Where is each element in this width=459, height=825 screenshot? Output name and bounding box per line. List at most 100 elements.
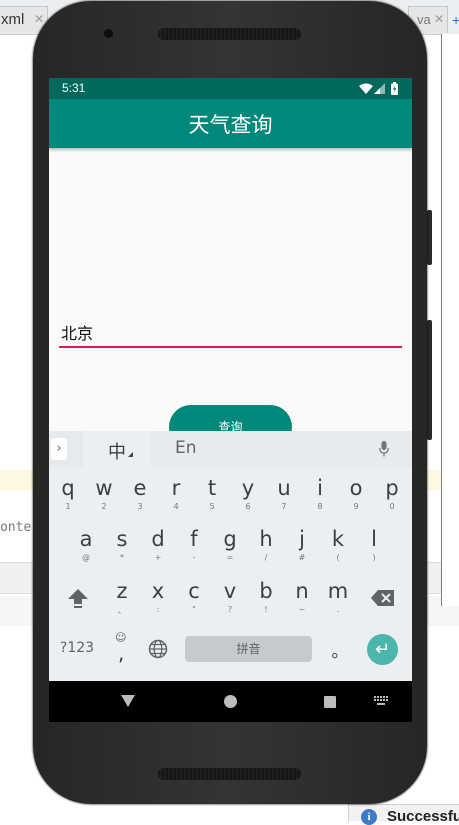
shift-icon bbox=[68, 589, 88, 608]
key-char: u bbox=[277, 476, 291, 500]
info-icon: i bbox=[361, 809, 377, 825]
backspace-icon bbox=[371, 590, 394, 606]
key-i[interactable]: i8 bbox=[303, 470, 337, 518]
key-alt: ) bbox=[372, 553, 376, 562]
key-alt: 4 bbox=[173, 502, 179, 511]
keyboard-switch-icon[interactable] bbox=[374, 696, 388, 706]
key-alt: + bbox=[154, 553, 162, 562]
key-alt: 1 bbox=[65, 502, 71, 511]
key-alt: . bbox=[336, 605, 340, 614]
close-icon[interactable]: ✕ bbox=[434, 12, 444, 26]
key-u[interactable]: u7 bbox=[267, 470, 301, 518]
city-input[interactable]: 北京 bbox=[59, 316, 402, 348]
bottom-speaker bbox=[158, 768, 301, 780]
key-char: q bbox=[61, 476, 75, 500]
key-alt: ( bbox=[336, 553, 340, 562]
key-alt: 、 bbox=[118, 606, 126, 615]
key-f[interactable]: f- bbox=[177, 521, 211, 569]
emoji-comma-key[interactable]: ☺ , bbox=[111, 631, 133, 667]
keyboard-toolbar: › 中 En bbox=[49, 431, 412, 467]
key-alt: 7 bbox=[281, 502, 287, 511]
key-char: v bbox=[223, 579, 237, 603]
status-bar: 5:31 bbox=[49, 78, 412, 99]
language-key[interactable] bbox=[147, 636, 169, 662]
key-char: h bbox=[259, 527, 273, 551]
key-char: g bbox=[223, 527, 237, 551]
key-m[interactable]: m. bbox=[321, 573, 355, 621]
key-alt: - bbox=[192, 553, 196, 562]
mode-english-key[interactable]: En bbox=[151, 431, 412, 467]
build-notification[interactable]: i Successfu bbox=[348, 804, 459, 825]
key-alt: ~ bbox=[298, 605, 306, 614]
space-key[interactable]: 拼音 bbox=[185, 636, 312, 662]
key-char: b bbox=[259, 579, 273, 603]
key-alt: / bbox=[264, 553, 268, 562]
close-icon[interactable]: ✕ bbox=[34, 12, 44, 26]
key-z[interactable]: z、 bbox=[105, 573, 139, 621]
city-input-value: 北京 bbox=[61, 324, 94, 343]
key-char: n bbox=[295, 579, 309, 603]
symbols-key[interactable]: ?123 bbox=[55, 640, 99, 662]
period-key[interactable]: 。 bbox=[327, 637, 353, 663]
volume-button[interactable] bbox=[427, 320, 432, 440]
key-alt: 9 bbox=[353, 502, 359, 511]
corner-triangle-icon bbox=[128, 452, 133, 457]
recents-icon[interactable] bbox=[324, 696, 336, 708]
key-l[interactable]: l) bbox=[357, 521, 391, 569]
key-y[interactable]: y6 bbox=[231, 470, 265, 518]
enter-key[interactable]: ↵ bbox=[367, 634, 398, 665]
key-a[interactable]: a @ bbox=[69, 521, 103, 569]
key-v[interactable]: v? bbox=[213, 573, 247, 621]
status-time: 5:31 bbox=[62, 81, 86, 95]
home-icon[interactable] bbox=[224, 695, 237, 708]
key-k[interactable]: k( bbox=[321, 521, 355, 569]
key-e[interactable]: e3 bbox=[123, 470, 157, 518]
expand-arrow-icon[interactable]: › bbox=[51, 438, 67, 460]
ide-side-text: onte bbox=[0, 520, 32, 535]
key-w[interactable]: w2 bbox=[87, 470, 121, 518]
key-n[interactable]: n ~ bbox=[285, 573, 319, 621]
key-alt: @ bbox=[82, 553, 90, 562]
shift-key[interactable] bbox=[63, 583, 93, 613]
top-speaker bbox=[158, 28, 301, 40]
key-char: z bbox=[116, 579, 128, 603]
key-char: y bbox=[241, 476, 255, 500]
key-o[interactable]: o9 bbox=[339, 470, 373, 518]
key-r[interactable]: r4 bbox=[159, 470, 193, 518]
mode-chinese-key[interactable]: 中 bbox=[83, 431, 151, 467]
key-p[interactable]: p0 bbox=[375, 470, 409, 518]
key-alt: ! bbox=[264, 605, 268, 614]
key-alt: 5 bbox=[209, 502, 215, 511]
key-t[interactable]: t5 bbox=[195, 470, 229, 518]
key-alt: 0 bbox=[389, 502, 395, 511]
navigation-bar bbox=[49, 681, 412, 722]
phone-screen: 5:31 天气查询 北京 查询 › 中 En q 1 w 2 e 3 r 4 t… bbox=[49, 78, 412, 722]
new-tab-icon[interactable]: + bbox=[452, 12, 459, 28]
key-char: m bbox=[327, 579, 349, 603]
key-g[interactable]: g = bbox=[213, 521, 247, 569]
key-c[interactable]: c " bbox=[177, 573, 211, 621]
key-char: w bbox=[95, 476, 113, 500]
battery-icon bbox=[391, 82, 398, 95]
ide-tab-label: va bbox=[417, 12, 431, 27]
key-j[interactable]: j # bbox=[285, 521, 319, 569]
key-h[interactable]: h / bbox=[249, 521, 283, 569]
key-x[interactable]: x: bbox=[141, 573, 175, 621]
microphone-icon[interactable] bbox=[379, 441, 389, 457]
power-button[interactable] bbox=[427, 210, 432, 265]
mode-english-label: En bbox=[175, 438, 197, 458]
key-alt: # bbox=[298, 553, 306, 562]
key-b[interactable]: b! bbox=[249, 573, 283, 621]
key-s[interactable]: s * bbox=[105, 521, 139, 569]
key-char: a bbox=[79, 527, 93, 551]
key-char: f bbox=[190, 527, 198, 551]
mode-chinese-label: 中 bbox=[108, 442, 126, 463]
page-title: 天气查询 bbox=[188, 113, 273, 137]
key-q[interactable]: q1 bbox=[51, 470, 85, 518]
back-icon[interactable] bbox=[121, 695, 135, 707]
key-d[interactable]: d + bbox=[141, 521, 175, 569]
key-char: k bbox=[331, 527, 345, 551]
key-alt: : bbox=[156, 605, 160, 614]
key-char: s bbox=[116, 527, 128, 551]
backspace-key[interactable] bbox=[367, 583, 399, 613]
